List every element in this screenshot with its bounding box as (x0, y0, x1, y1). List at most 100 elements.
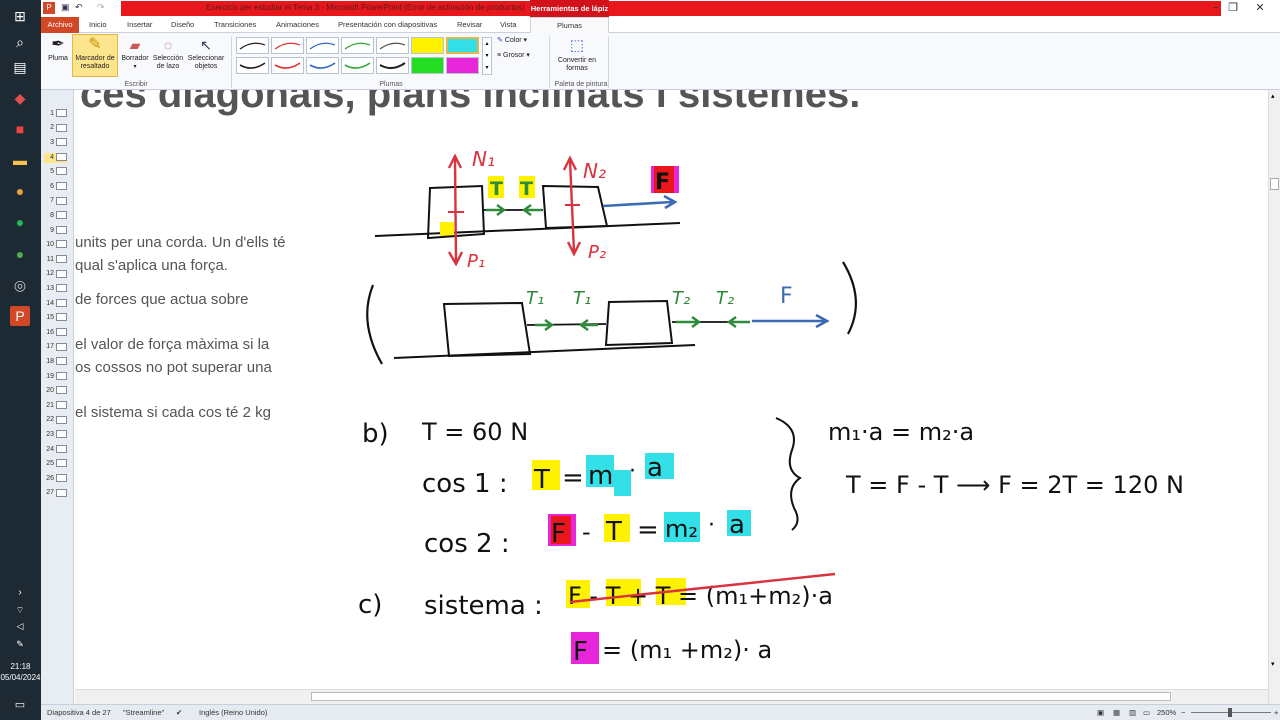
pen-swatch[interactable] (341, 37, 374, 54)
undo-icon[interactable]: ↶ (75, 2, 83, 13)
slide-thumbnail[interactable]: 20 (44, 386, 67, 396)
search-icon[interactable]: ⌕ (10, 32, 30, 52)
tab-file[interactable]: Archivo (41, 17, 79, 33)
slide-thumbnail[interactable]: 1 (44, 109, 67, 119)
task-view-icon[interactable]: ▤ (10, 57, 30, 77)
slide-thumbnail[interactable]: 27 (44, 488, 67, 499)
clock-time[interactable]: 21:18 (0, 662, 41, 672)
pen-icon[interactable]: ✎ (10, 634, 30, 654)
pen-swatch[interactable] (271, 37, 304, 54)
chrome-alt-icon[interactable]: ● (10, 244, 30, 264)
pen-swatch[interactable] (306, 37, 339, 54)
media-icon[interactable]: ◎ (10, 275, 30, 295)
slide-thumbnail[interactable]: 22 (44, 415, 67, 426)
redo-icon[interactable]: ↷ (97, 2, 105, 13)
spellcheck-icon[interactable]: ✔ (176, 708, 182, 717)
file-explorer-icon[interactable]: ▬ (10, 150, 30, 170)
select-objects-button[interactable]: ↖ Seleccionar objetos (186, 35, 226, 71)
tab-insert[interactable]: Insertar (127, 17, 152, 33)
tab-review[interactable]: Revisar (457, 17, 482, 33)
pen-swatch[interactable] (271, 57, 304, 74)
slide-thumbnail[interactable]: 2 (44, 123, 67, 134)
convert-to-shapes-button[interactable]: ⬚ Convertir en formas (555, 35, 599, 73)
slide-thumbnail[interactable]: 16 (44, 328, 67, 338)
theme-name[interactable]: "Streamline" (123, 708, 164, 717)
slide-thumbnail[interactable]: 8 (44, 211, 67, 221)
save-icon[interactable]: ▣ (61, 2, 70, 13)
vertical-scrollbar[interactable]: ▴ ▾ (1268, 90, 1280, 704)
zoom-in-icon[interactable]: + (1274, 708, 1278, 717)
slide-thumbnail[interactable]: 5 (44, 167, 67, 177)
highlighter-swatch-green[interactable] (411, 57, 444, 74)
slide-thumbnail[interactable]: 25 (44, 459, 67, 469)
tab-slideshow[interactable]: Presentación con diapositivas (338, 17, 437, 33)
highlighter-swatch-magenta[interactable] (446, 57, 479, 74)
powerpoint-icon[interactable]: P (10, 306, 30, 326)
slide-thumbnail[interactable]: 10 (44, 240, 67, 250)
view-sorter-icon[interactable]: ▦ (1113, 708, 1120, 717)
pen-swatch[interactable] (376, 57, 409, 74)
slide-thumbnail[interactable]: 12 (44, 269, 67, 280)
language[interactable]: Inglés (Reino Unido) (199, 708, 267, 717)
pen-swatch[interactable] (236, 37, 269, 54)
slide-thumbnail[interactable]: 21 (44, 401, 67, 411)
weight-button[interactable]: ≡ Grosor ▾ (497, 52, 530, 60)
spotify-icon[interactable]: ● (10, 212, 30, 232)
scroll-thumb[interactable] (311, 692, 1171, 701)
chevron-right-icon[interactable]: › (10, 582, 30, 602)
slide-thumbnail[interactable]: 11 (44, 255, 67, 265)
close-button[interactable]: ✕ (1240, 0, 1280, 17)
slide-thumbnail[interactable]: 26 (44, 474, 67, 484)
volume-icon[interactable]: ◁ (10, 616, 30, 636)
slide-thumbnail[interactable]: 24 (44, 444, 67, 455)
slide-thumbnail[interactable]: 14 (44, 298, 67, 309)
zoom-slider-thumb[interactable] (1228, 708, 1232, 717)
slide-thumbnail[interactable]: 9 (44, 225, 67, 236)
slide-thumbnail[interactable]: 13 (44, 284, 67, 294)
slide-thumbnail[interactable]: 19 (44, 371, 67, 382)
slide-thumbnail[interactable]: 7 (44, 196, 67, 207)
view-normal-icon[interactable]: ▣ (1097, 708, 1104, 717)
highlighter-swatch-cyan[interactable] (446, 37, 479, 54)
slide-thumbnail[interactable]: 18 (44, 357, 67, 367)
zoom-level[interactable]: 250% (1157, 708, 1176, 717)
slide-canvas[interactable]: ces diagonals, plans inclinats i sisteme… (75, 90, 1268, 689)
tab-animations[interactable]: Animaciones (276, 17, 319, 33)
app-icon[interactable]: ◆ (10, 88, 30, 108)
gallery-scroll[interactable]: ▴ ▾ ▾ (482, 37, 492, 75)
highlighter-button[interactable]: ✎ Marcador de resaltado (72, 34, 118, 77)
view-reading-icon[interactable]: ▥ (1129, 708, 1136, 717)
pen-swatch[interactable] (306, 57, 339, 74)
horizontal-scrollbar[interactable] (75, 689, 1268, 704)
scroll-down-icon[interactable]: ▾ (1271, 660, 1275, 668)
tab-view[interactable]: Vista (500, 17, 517, 33)
slide-thumbnail[interactable]: 15 (44, 313, 67, 323)
pen-swatch[interactable] (341, 57, 374, 74)
eraser-button[interactable]: ▰ Borrador ▾ (119, 35, 151, 71)
clock-date[interactable]: 05/04/2024 (0, 673, 41, 683)
slide-thumbnail[interactable]: 6 (44, 182, 67, 192)
pen-button[interactable]: ✒ Pluma (44, 35, 72, 63)
pen-swatch[interactable] (236, 57, 269, 74)
slide-thumbnail[interactable]: 17 (44, 342, 67, 353)
view-slideshow-icon[interactable]: ▭ (1143, 708, 1150, 717)
zoom-out-icon[interactable]: − (1181, 708, 1185, 717)
tab-design[interactable]: Diseño (171, 17, 194, 33)
scroll-up-icon[interactable]: ▴ (1271, 92, 1275, 100)
scroll-thumb[interactable] (1270, 178, 1279, 190)
slide-thumbnail[interactable]: 3 (44, 138, 67, 148)
pen-swatch[interactable] (376, 37, 409, 54)
tab-home[interactable]: Inicio (89, 17, 107, 33)
slide-thumbnail[interactable]: 23 (44, 430, 67, 440)
tab-transitions[interactable]: Transiciones (214, 17, 256, 33)
notifications-icon[interactable]: ▭ (10, 694, 30, 714)
color-button[interactable]: ✎ Color ▾ (497, 37, 527, 45)
tab-pens[interactable]: Plumas (530, 17, 609, 33)
highlighter-swatch-yellow[interactable] (411, 37, 444, 54)
powerpoint-logo-icon[interactable]: P (43, 2, 55, 14)
slide-thumbnail[interactable]: 4 (44, 152, 67, 163)
chrome-icon[interactable]: ● (10, 181, 30, 201)
lasso-select-button[interactable]: ◌ Selección de lazo (151, 35, 185, 71)
pdf-app-icon[interactable]: ■ (10, 119, 30, 139)
windows-start-icon[interactable]: ⊞ (10, 6, 30, 26)
